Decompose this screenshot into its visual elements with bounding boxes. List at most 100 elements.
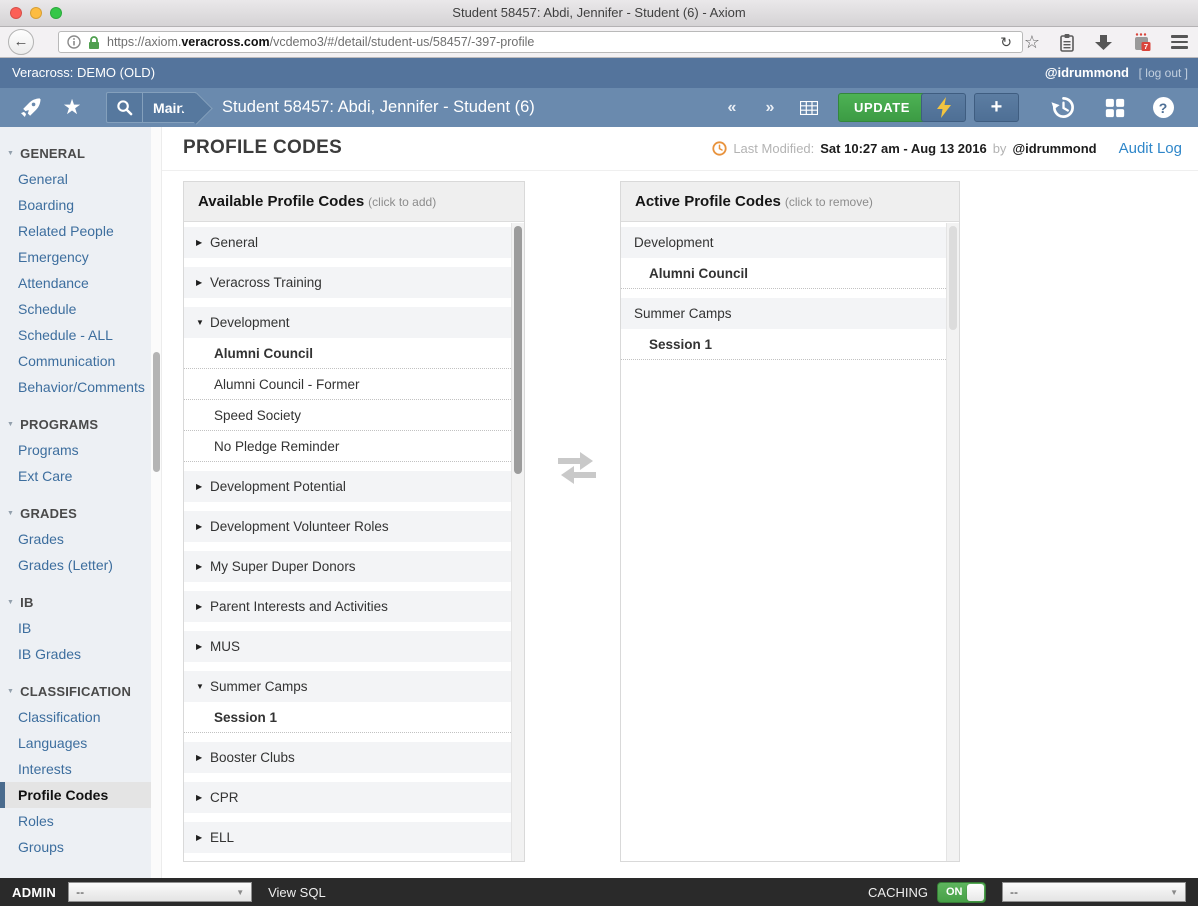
download-icon[interactable] [1094, 34, 1113, 51]
update-button[interactable]: UPDATE [838, 93, 926, 122]
close-button[interactable] [10, 7, 22, 19]
sidebar-item[interactable]: Grades (Letter) [0, 552, 151, 578]
sidebar-item[interactable]: Emergency [0, 244, 151, 270]
available-code-row[interactable]: ▶ Veracross Training [184, 267, 511, 298]
sidebar-item[interactable]: Classification [0, 704, 151, 730]
sidebar-item[interactable]: Boarding [0, 192, 151, 218]
triangle-icon: ▶ [196, 482, 210, 491]
prev-record-button[interactable]: « [718, 88, 746, 127]
sidebar-section-items: ClassificationLanguagesInterestsProfile … [0, 704, 151, 860]
available-code-row[interactable]: ▶ CPR [184, 782, 511, 813]
available-code-row[interactable]: ▼ Development [184, 307, 511, 338]
favorites-star-icon[interactable]: ★ [58, 88, 86, 127]
rocket-icon[interactable] [16, 88, 44, 127]
back-button[interactable]: ← [8, 29, 34, 55]
sidebar-item[interactable]: General [0, 166, 151, 192]
next-record-button[interactable]: » [756, 88, 784, 127]
sidebar-item[interactable]: Schedule [0, 296, 151, 322]
username: @idrummond [1045, 65, 1129, 80]
available-panel-scrollbar[interactable] [511, 223, 524, 861]
sidebar-item[interactable]: Programs [0, 437, 151, 463]
add-button[interactable]: + [974, 93, 1019, 122]
reload-icon[interactable]: ↻ [996, 34, 1016, 51]
sidebar-section-title: IB [20, 595, 33, 610]
history-icon[interactable] [1048, 88, 1078, 127]
sidebar-item[interactable]: Behavior/Comments [0, 374, 151, 400]
available-code-row[interactable]: Speed Society [184, 400, 511, 431]
active-code-label: Session 1 [649, 337, 712, 352]
active-code-row[interactable]: Summer Camps [621, 298, 946, 329]
sidebar-section-header[interactable]: ▼ CLASSIFICATION [0, 678, 151, 704]
available-code-row[interactable]: ▶ ELL [184, 822, 511, 853]
sidebar-item[interactable]: Grades [0, 526, 151, 552]
traffic-lights [10, 7, 62, 19]
available-code-row[interactable]: Alumni Council - Former [184, 369, 511, 400]
sidebar-item[interactable]: Interests [0, 756, 151, 782]
sidebar-item[interactable]: IB [0, 615, 151, 641]
minimize-button[interactable] [30, 7, 42, 19]
available-code-row[interactable]: ▶ General [184, 227, 511, 258]
active-code-row[interactable]: Session 1 [621, 329, 946, 360]
available-code-row[interactable]: ▼ Summer Camps [184, 671, 511, 702]
chevron-down-icon: ▼ [7, 688, 14, 695]
caching-toggle[interactable]: ON [937, 882, 986, 903]
sidebar-item[interactable]: Roles [0, 808, 151, 834]
svg-text:7: 7 [1144, 42, 1148, 51]
apps-grid-icon[interactable] [1100, 88, 1130, 127]
sidebar-item[interactable]: IB Grades [0, 641, 151, 667]
sidebar-section-items: ProgramsExt Care [0, 437, 151, 489]
active-panel-scrollbar[interactable] [946, 223, 959, 861]
extension-badge-icon[interactable]: 7 [1132, 32, 1152, 52]
url-bar[interactable]: https://axiom.veracross.com/vcdemo3/#/de… [58, 31, 1023, 53]
available-code-row[interactable]: ▶ My Super Duper Donors [184, 551, 511, 582]
available-scrollbar-thumb[interactable] [514, 226, 522, 474]
active-code-row[interactable]: Development [621, 227, 946, 258]
info-icon[interactable] [67, 35, 81, 49]
available-code-row[interactable]: Alumni Council [184, 338, 511, 369]
admin-dropdown-2[interactable]: -- ▼ [1002, 882, 1186, 902]
sidebar-item[interactable]: Languages [0, 730, 151, 756]
available-code-row[interactable]: ▶ Booster Clubs [184, 742, 511, 773]
menu-icon[interactable] [1171, 32, 1188, 51]
view-sql-link[interactable]: View SQL [268, 885, 326, 900]
sidebar-section-header[interactable]: ▼ GRADES [0, 500, 151, 526]
admin-label: ADMIN [12, 885, 56, 900]
sidebar-item[interactable]: Attendance [0, 270, 151, 296]
sidebar-section-header[interactable]: ▼ PROGRAMS [0, 411, 151, 437]
admin-dropdown-1[interactable]: -- ▼ [68, 882, 252, 902]
logout-link[interactable]: [ log out ] [1139, 66, 1188, 80]
available-code-row[interactable]: ▶ MUS [184, 631, 511, 662]
triangle-icon: ▶ [196, 238, 210, 247]
audit-log-link[interactable]: Audit Log [1119, 140, 1182, 157]
sidebar-scrollbar[interactable] [151, 127, 162, 878]
sidebar-item[interactable]: Communication [0, 348, 151, 374]
available-code-row[interactable]: No Pledge Reminder [184, 431, 511, 462]
active-code-list: Development Alumni Council Summer Camps … [621, 227, 946, 360]
lock-icon[interactable] [88, 35, 100, 50]
clipboard-icon[interactable] [1059, 33, 1075, 52]
sidebar-item[interactable]: Ext Care [0, 463, 151, 489]
active-scrollbar-thumb[interactable] [949, 226, 957, 330]
zoom-button[interactable] [50, 7, 62, 19]
available-panel-body: ▶ General ▶ Veracross Training ▼ Develop… [184, 223, 524, 861]
sidebar-item[interactable]: Schedule - ALL [0, 322, 151, 348]
sidebar-section-header[interactable]: ▼ IB [0, 589, 151, 615]
available-code-row[interactable]: ▶ Development Volunteer Roles [184, 511, 511, 542]
sidebar-item[interactable]: Profile Codes [0, 782, 151, 808]
bookmark-star-icon[interactable]: ☆ [1024, 33, 1040, 51]
grid-view-icon[interactable] [794, 88, 824, 127]
available-code-row[interactable]: Session 1 [184, 702, 511, 733]
available-code-row[interactable]: ▶ Parent Interests and Activities [184, 591, 511, 622]
caching-toggle-state: ON [946, 883, 963, 902]
help-button[interactable]: ? [1148, 88, 1178, 127]
sidebar-item[interactable]: Groups [0, 834, 151, 860]
quick-actions-button[interactable] [921, 93, 966, 122]
active-code-row[interactable]: Alumni Council [621, 258, 946, 289]
available-code-row[interactable]: ▶ Development Potential [184, 471, 511, 502]
caching-toggle-knob[interactable] [967, 884, 984, 901]
chevron-down-icon: ▼ [1170, 888, 1178, 897]
sidebar-item[interactable]: Related People [0, 218, 151, 244]
sidebar-scrollbar-thumb[interactable] [153, 352, 160, 472]
sidebar-section-header[interactable]: ▼ GENERAL [0, 140, 151, 166]
search-button[interactable] [106, 92, 142, 123]
